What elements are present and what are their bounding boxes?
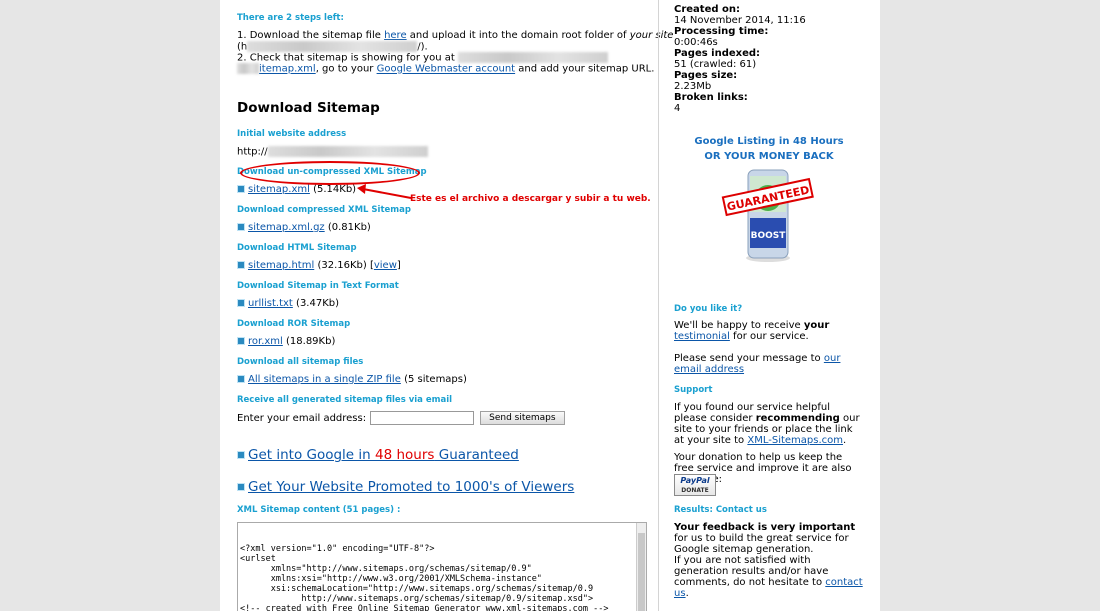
zip-link[interactable]: All sitemaps in a single ZIP file: [248, 374, 401, 385]
created-label: Created on:: [674, 4, 740, 15]
like-heading: Do you like it?: [674, 304, 743, 314]
bullet-icon: [237, 483, 245, 491]
text-item: urllist.txt (3.47Kb): [237, 298, 339, 309]
compressed-item: sitemap.xml.gz (0.81Kb): [237, 222, 371, 233]
sitemap-html-link[interactable]: sitemap.html: [248, 260, 314, 271]
annotation-arrow: [357, 184, 412, 199]
html-item: sitemap.html (32.16Kb) [view]: [237, 260, 401, 271]
pages-label: Pages indexed:: [674, 48, 761, 59]
bullet-icon: [237, 375, 245, 383]
ror-item: ror.xml (18.89Kb): [237, 336, 335, 347]
testimonial-link[interactable]: testimonial: [674, 331, 730, 342]
ror-heading: Download ROR Sitemap: [237, 319, 351, 329]
results-heading: Results: Contact us: [674, 505, 767, 515]
step-1: 1. Download the sitemap file here and up…: [237, 30, 674, 41]
step-2: 2. Check that sitemap is showing for you…: [237, 52, 608, 64]
annotation-text: Este es el archivo a descargar y subir a…: [410, 194, 651, 204]
email-row: Enter your email address: Send sitemaps: [237, 411, 565, 425]
initial-address-heading: Initial website address: [237, 129, 347, 139]
like-text: We'll be happy to receive your testimoni…: [674, 320, 830, 342]
send-sitemaps-button[interactable]: Send sitemaps: [480, 411, 565, 425]
sitemap-xml-link[interactable]: sitemap.xml: [248, 184, 310, 195]
pages-value: 51 (crawled: 61): [674, 59, 757, 70]
size-label: Pages size:: [674, 70, 738, 81]
download-title: Download Sitemap: [237, 100, 380, 116]
urllist-link[interactable]: urllist.txt: [248, 298, 293, 309]
promo-website-link[interactable]: Get Your Website Promoted to 1000's of V…: [248, 479, 574, 495]
size-value: 2.23Mb: [674, 81, 712, 92]
step-2-cont: itemap.xml, go to your Google Webmaster …: [237, 63, 654, 75]
ror-link[interactable]: ror.xml: [248, 336, 283, 347]
processing-value: 0:00:46s: [674, 37, 718, 48]
uncompressed-item: sitemap.xml (5.14Kb): [237, 184, 356, 195]
broken-value: 4: [674, 103, 681, 114]
all-item: All sitemaps in a single ZIP file (5 sit…: [237, 374, 467, 385]
column-divider: [658, 0, 659, 611]
xml-heading: XML Sitemap content (51 pages) :: [237, 505, 401, 515]
promo-google: Get into Google in 48 hours Guaranteed: [237, 447, 519, 463]
support-heading: Support: [674, 385, 713, 395]
redacted-url: [457, 52, 608, 63]
broken-label: Broken links:: [674, 92, 748, 103]
scrollbar[interactable]: [636, 523, 646, 611]
redacted-url: [267, 146, 428, 157]
redacted-url: [247, 41, 418, 52]
feedback-text: Your feedback is very important for us t…: [674, 522, 863, 599]
bullet-icon: [237, 337, 245, 345]
bullet-icon: [237, 299, 245, 307]
sitemap-here-link[interactable]: here: [384, 30, 407, 41]
xml-sitemaps-link[interactable]: XML-Sitemaps.com: [747, 435, 843, 446]
webmaster-link[interactable]: Google Webmaster account: [377, 64, 516, 75]
initial-address: http://: [237, 146, 428, 158]
redacted-url: [237, 63, 259, 74]
ad-banner[interactable]: Google Listing in 48 Hours OR YOUR MONEY…: [674, 134, 864, 164]
steps-heading: There are 2 steps left:: [237, 13, 344, 23]
message-text: Please send your message to our email ad…: [674, 353, 841, 375]
compressed-heading: Download compressed XML Sitemap: [237, 205, 411, 215]
bullet-icon: [237, 451, 245, 459]
page-container: There are 2 steps left: 1. Download the …: [220, 0, 880, 611]
view-link[interactable]: view: [374, 260, 397, 271]
xml-content-textarea[interactable]: <?xml version="1.0" encoding="UTF-8"?> <…: [237, 522, 647, 611]
paypal-donate-button[interactable]: PayPal DONATE: [674, 474, 716, 496]
sitemap-url-link[interactable]: itemap.xml: [259, 64, 316, 75]
email-input[interactable]: [370, 411, 475, 425]
guarantee-can-image[interactable]: BOOST GUARANTEED: [720, 166, 816, 264]
bullet-icon: [237, 185, 245, 193]
bullet-icon: [237, 223, 245, 231]
html-heading: Download HTML Sitemap: [237, 243, 357, 253]
created-value: 14 November 2014, 11:16: [674, 15, 806, 26]
promo-google-link[interactable]: Get into Google in 48 hours Guaranteed: [248, 447, 519, 463]
all-heading: Download all sitemap files: [237, 357, 364, 367]
email-heading: Receive all generated sitemap files via …: [237, 395, 453, 405]
scroll-thumb[interactable]: [638, 533, 645, 611]
svg-text:BOOST: BOOST: [751, 231, 787, 241]
bullet-icon: [237, 261, 245, 269]
step-1-url: (h/).: [237, 41, 428, 53]
promo-website: Get Your Website Promoted to 1000's of V…: [237, 479, 574, 495]
sitemap-gz-link[interactable]: sitemap.xml.gz: [248, 222, 325, 233]
support-text: If you found our service helpful please …: [674, 402, 860, 446]
processing-label: Processing time:: [674, 26, 769, 37]
text-heading: Download Sitemap in Text Format: [237, 281, 399, 291]
